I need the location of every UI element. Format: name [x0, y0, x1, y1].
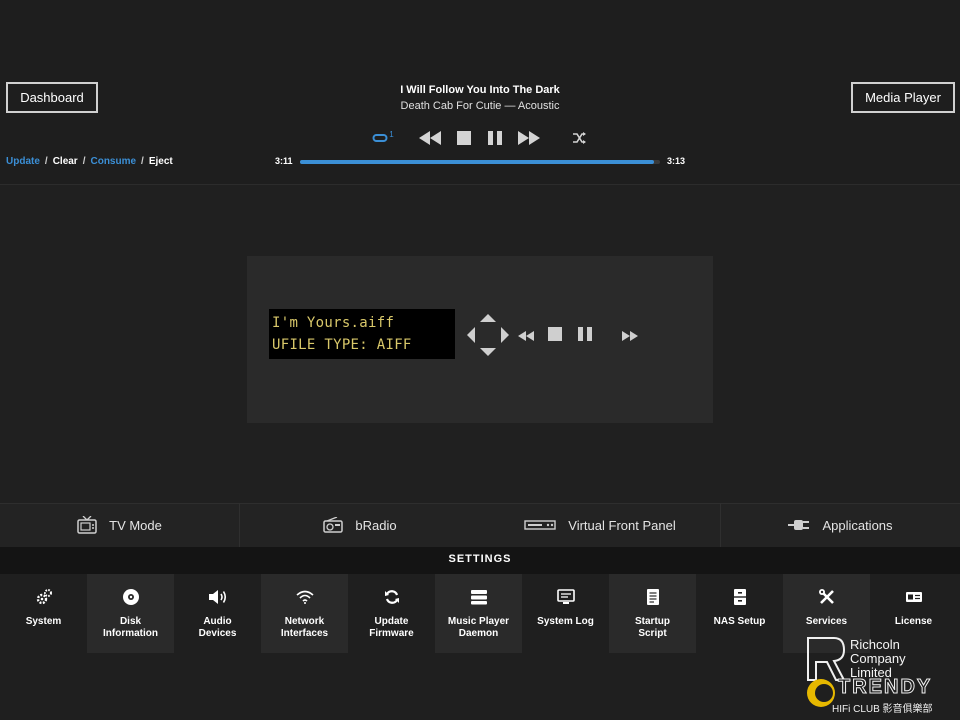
repeat-one-button[interactable]: 1: [372, 128, 394, 148]
mode-virtual-front-panel-label: Virtual Front Panel: [568, 517, 676, 533]
id-card-icon: [905, 587, 923, 607]
rewind-button[interactable]: [418, 128, 442, 148]
time-elapsed: 3:11: [275, 156, 293, 166]
settings-audio-devices[interactable]: Audio Devices: [174, 574, 261, 653]
progress-fill: [300, 160, 655, 164]
panel-pause-icon: [578, 327, 592, 341]
lcd-line-2: UFILE TYPE: AIFF: [272, 337, 412, 353]
mode-tv[interactable]: TV Mode: [0, 503, 239, 547]
consume-link[interactable]: Consume: [90, 156, 136, 167]
settings-music-player-daemon-label: Music Player Daemon: [447, 616, 510, 639]
tv-icon: [77, 516, 97, 534]
repeat-icon: [372, 132, 388, 144]
settings-startup-script[interactable]: Startup Script: [609, 574, 696, 653]
queue-actions: Update / Clear / Consume / Eject: [6, 156, 173, 167]
lcd-line-1: I'm Yours.aiff: [272, 315, 395, 331]
lcd-display: I'm Yours.aiff UFILE TYPE: AIFF: [269, 309, 455, 359]
progress-bar[interactable]: [300, 160, 660, 164]
trendy-brand-text: TRENDY: [837, 676, 933, 699]
settings-update-firmware-label: Update Firmware: [369, 616, 414, 639]
settings-update-firmware[interactable]: Update Firmware: [348, 574, 435, 653]
disc-icon: [122, 587, 140, 607]
settings-services-label: Services: [805, 616, 848, 627]
watermark-line-1: Richcoln: [850, 637, 900, 652]
panel-stop-icon: [548, 327, 562, 341]
navigation-pad: [465, 312, 511, 358]
panel-stop-button[interactable]: [548, 327, 562, 346]
refresh-icon: [384, 587, 400, 607]
now-playing-title: I Will Follow You Into The Dark: [400, 84, 560, 96]
plug-icon: [788, 518, 810, 532]
mode-virtual-front-panel[interactable]: Virtual Front Panel: [480, 503, 720, 547]
settings-startup-script-label: Startup Script: [635, 616, 670, 639]
settings-network-interfaces[interactable]: Network Interfaces: [261, 574, 348, 653]
script-icon: [646, 587, 660, 607]
settings-system[interactable]: System: [0, 574, 87, 653]
tools-icon: [818, 587, 836, 607]
speaker-icon: [208, 587, 228, 607]
wifi-icon: [295, 587, 314, 607]
repeat-count-badge: 1: [389, 129, 394, 139]
cabinet-icon: [733, 587, 747, 607]
pause-button[interactable]: [487, 128, 503, 148]
fast-forward-icon: [518, 131, 540, 145]
settings-network-interfaces-label: Network Interfaces: [280, 616, 329, 639]
shuffle-button[interactable]: [570, 128, 588, 148]
now-playing-subtitle: Death Cab For Cutie — Acoustic: [400, 100, 560, 112]
watermark-line-2: Company: [850, 651, 906, 666]
panel-rewind-icon: [518, 331, 534, 341]
stack-icon: [470, 587, 488, 607]
nav-down-icon[interactable]: [480, 348, 496, 356]
mode-bradio-label: bRadio: [355, 517, 397, 533]
stop-button[interactable]: [456, 128, 472, 148]
rewind-icon: [419, 131, 441, 145]
hifi-club-text: HIFi CLUB 影音俱樂部: [832, 704, 933, 715]
panel-fast-forward-button[interactable]: [622, 328, 638, 346]
dashboard-button[interactable]: Dashboard: [6, 82, 98, 113]
settings-system-label: System: [25, 616, 62, 627]
settings-system-log-label: System Log: [537, 616, 594, 627]
eject-link[interactable]: Eject: [149, 156, 173, 167]
settings-audio-devices-label: Audio Devices: [198, 616, 237, 639]
settings-title: SETTINGS: [448, 553, 512, 565]
settings-system-log[interactable]: System Log: [522, 574, 609, 653]
mode-tv-label: TV Mode: [109, 517, 162, 533]
settings-disk-information-label: Disk Information: [103, 616, 158, 639]
settings-nas-setup[interactable]: NAS Setup: [696, 574, 783, 653]
panel-fast-forward-icon: [622, 331, 638, 341]
gears-icon: [35, 587, 53, 607]
radio-icon: [323, 517, 344, 533]
settings-nas-setup-label: NAS Setup: [713, 616, 766, 627]
stop-icon: [457, 131, 471, 145]
front-panel-icon: [524, 520, 556, 530]
panel-pause-button[interactable]: [578, 327, 592, 346]
media-player-button[interactable]: Media Player: [851, 82, 955, 113]
nav-left-icon[interactable]: [467, 327, 475, 343]
clear-link[interactable]: Clear: [53, 156, 78, 167]
settings-music-player-daemon[interactable]: Music Player Daemon: [435, 574, 522, 653]
monitor-icon: [556, 587, 575, 607]
panel-rewind-button[interactable]: [518, 328, 534, 346]
pause-icon: [488, 131, 502, 145]
update-link[interactable]: Update: [6, 156, 40, 167]
nav-up-icon[interactable]: [480, 314, 496, 322]
shuffle-icon: [572, 132, 586, 144]
mode-bradio[interactable]: bRadio: [240, 503, 480, 547]
settings-license-label: License: [894, 616, 933, 627]
settings-disk-information[interactable]: Disk Information: [87, 574, 174, 653]
fast-forward-button[interactable]: [517, 128, 541, 148]
watermark-logo: Richcoln Company Limited TRENDY HIFi CLU…: [806, 636, 956, 716]
time-total: 3:13: [667, 156, 686, 166]
mode-applications[interactable]: Applications: [721, 503, 960, 547]
mode-applications-label: Applications: [822, 517, 893, 533]
nav-right-icon[interactable]: [501, 327, 509, 343]
